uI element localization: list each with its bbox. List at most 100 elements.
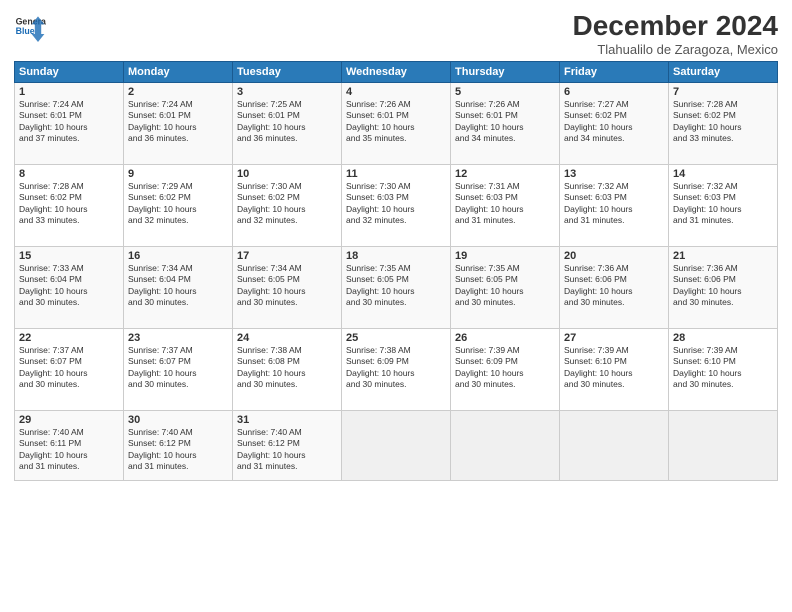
day-info: Sunrise: 7:29 AM Sunset: 6:02 PM Dayligh… bbox=[128, 181, 228, 227]
svg-text:Blue: Blue bbox=[16, 26, 35, 36]
table-row: 16Sunrise: 7:34 AM Sunset: 6:04 PM Dayli… bbox=[124, 247, 233, 329]
day-number: 27 bbox=[564, 332, 664, 344]
col-monday: Monday bbox=[124, 62, 233, 83]
day-number: 15 bbox=[19, 250, 119, 262]
table-row: 22Sunrise: 7:37 AM Sunset: 6:07 PM Dayli… bbox=[15, 329, 124, 411]
day-info: Sunrise: 7:31 AM Sunset: 6:03 PM Dayligh… bbox=[455, 181, 555, 227]
page-container: General Blue December 2024 Tlahualilo de… bbox=[0, 0, 792, 487]
table-row: 5Sunrise: 7:26 AM Sunset: 6:01 PM Daylig… bbox=[451, 83, 560, 165]
table-row: 17Sunrise: 7:34 AM Sunset: 6:05 PM Dayli… bbox=[233, 247, 342, 329]
day-info: Sunrise: 7:35 AM Sunset: 6:05 PM Dayligh… bbox=[455, 263, 555, 309]
day-number: 24 bbox=[237, 332, 337, 344]
day-info: Sunrise: 7:39 AM Sunset: 6:09 PM Dayligh… bbox=[455, 345, 555, 391]
day-number: 31 bbox=[237, 414, 337, 426]
table-row: 28Sunrise: 7:39 AM Sunset: 6:10 PM Dayli… bbox=[669, 329, 778, 411]
day-number: 3 bbox=[237, 86, 337, 98]
day-info: Sunrise: 7:32 AM Sunset: 6:03 PM Dayligh… bbox=[673, 181, 773, 227]
day-info: Sunrise: 7:27 AM Sunset: 6:02 PM Dayligh… bbox=[564, 99, 664, 145]
day-number: 23 bbox=[128, 332, 228, 344]
day-info: Sunrise: 7:26 AM Sunset: 6:01 PM Dayligh… bbox=[455, 99, 555, 145]
day-info: Sunrise: 7:40 AM Sunset: 6:12 PM Dayligh… bbox=[237, 427, 337, 473]
day-info: Sunrise: 7:24 AM Sunset: 6:01 PM Dayligh… bbox=[128, 99, 228, 145]
table-row: 29Sunrise: 7:40 AM Sunset: 6:11 PM Dayli… bbox=[15, 411, 124, 481]
day-number: 10 bbox=[237, 168, 337, 180]
day-info: Sunrise: 7:32 AM Sunset: 6:03 PM Dayligh… bbox=[564, 181, 664, 227]
table-row: 31Sunrise: 7:40 AM Sunset: 6:12 PM Dayli… bbox=[233, 411, 342, 481]
col-tuesday: Tuesday bbox=[233, 62, 342, 83]
day-info: Sunrise: 7:37 AM Sunset: 6:07 PM Dayligh… bbox=[128, 345, 228, 391]
table-row: 7Sunrise: 7:28 AM Sunset: 6:02 PM Daylig… bbox=[669, 83, 778, 165]
table-row: 20Sunrise: 7:36 AM Sunset: 6:06 PM Dayli… bbox=[560, 247, 669, 329]
month-title: December 2024 bbox=[573, 10, 778, 42]
day-number: 4 bbox=[346, 86, 446, 98]
table-row: 2Sunrise: 7:24 AM Sunset: 6:01 PM Daylig… bbox=[124, 83, 233, 165]
table-row: 13Sunrise: 7:32 AM Sunset: 6:03 PM Dayli… bbox=[560, 165, 669, 247]
day-info: Sunrise: 7:25 AM Sunset: 6:01 PM Dayligh… bbox=[237, 99, 337, 145]
day-info: Sunrise: 7:24 AM Sunset: 6:01 PM Dayligh… bbox=[19, 99, 119, 145]
day-number: 2 bbox=[128, 86, 228, 98]
table-row: 9Sunrise: 7:29 AM Sunset: 6:02 PM Daylig… bbox=[124, 165, 233, 247]
day-number: 17 bbox=[237, 250, 337, 262]
day-number: 14 bbox=[673, 168, 773, 180]
day-info: Sunrise: 7:28 AM Sunset: 6:02 PM Dayligh… bbox=[19, 181, 119, 227]
day-number: 20 bbox=[564, 250, 664, 262]
day-info: Sunrise: 7:26 AM Sunset: 6:01 PM Dayligh… bbox=[346, 99, 446, 145]
table-row: 27Sunrise: 7:39 AM Sunset: 6:10 PM Dayli… bbox=[560, 329, 669, 411]
table-row: 1Sunrise: 7:24 AM Sunset: 6:01 PM Daylig… bbox=[15, 83, 124, 165]
col-saturday: Saturday bbox=[669, 62, 778, 83]
day-info: Sunrise: 7:30 AM Sunset: 6:02 PM Dayligh… bbox=[237, 181, 337, 227]
calendar-week-row: 15Sunrise: 7:33 AM Sunset: 6:04 PM Dayli… bbox=[15, 247, 778, 329]
day-number: 12 bbox=[455, 168, 555, 180]
day-number: 16 bbox=[128, 250, 228, 262]
table-row: 6Sunrise: 7:27 AM Sunset: 6:02 PM Daylig… bbox=[560, 83, 669, 165]
day-info: Sunrise: 7:34 AM Sunset: 6:04 PM Dayligh… bbox=[128, 263, 228, 309]
calendar-week-row: 1Sunrise: 7:24 AM Sunset: 6:01 PM Daylig… bbox=[15, 83, 778, 165]
table-row: 15Sunrise: 7:33 AM Sunset: 6:04 PM Dayli… bbox=[15, 247, 124, 329]
day-number: 21 bbox=[673, 250, 773, 262]
day-number: 11 bbox=[346, 168, 446, 180]
day-number: 7 bbox=[673, 86, 773, 98]
col-thursday: Thursday bbox=[451, 62, 560, 83]
day-info: Sunrise: 7:30 AM Sunset: 6:03 PM Dayligh… bbox=[346, 181, 446, 227]
day-number: 9 bbox=[128, 168, 228, 180]
day-info: Sunrise: 7:35 AM Sunset: 6:05 PM Dayligh… bbox=[346, 263, 446, 309]
table-row: 8Sunrise: 7:28 AM Sunset: 6:02 PM Daylig… bbox=[15, 165, 124, 247]
col-friday: Friday bbox=[560, 62, 669, 83]
day-info: Sunrise: 7:36 AM Sunset: 6:06 PM Dayligh… bbox=[564, 263, 664, 309]
logo: General Blue bbox=[14, 10, 46, 42]
table-row bbox=[342, 411, 451, 481]
calendar-week-row: 8Sunrise: 7:28 AM Sunset: 6:02 PM Daylig… bbox=[15, 165, 778, 247]
day-number: 28 bbox=[673, 332, 773, 344]
table-row: 23Sunrise: 7:37 AM Sunset: 6:07 PM Dayli… bbox=[124, 329, 233, 411]
day-number: 29 bbox=[19, 414, 119, 426]
table-row: 21Sunrise: 7:36 AM Sunset: 6:06 PM Dayli… bbox=[669, 247, 778, 329]
header: General Blue December 2024 Tlahualilo de… bbox=[14, 10, 778, 57]
calendar-week-row: 22Sunrise: 7:37 AM Sunset: 6:07 PM Dayli… bbox=[15, 329, 778, 411]
day-number: 26 bbox=[455, 332, 555, 344]
day-info: Sunrise: 7:36 AM Sunset: 6:06 PM Dayligh… bbox=[673, 263, 773, 309]
day-number: 8 bbox=[19, 168, 119, 180]
title-area: December 2024 Tlahualilo de Zaragoza, Me… bbox=[573, 10, 778, 57]
table-row: 19Sunrise: 7:35 AM Sunset: 6:05 PM Dayli… bbox=[451, 247, 560, 329]
table-row: 3Sunrise: 7:25 AM Sunset: 6:01 PM Daylig… bbox=[233, 83, 342, 165]
table-row: 25Sunrise: 7:38 AM Sunset: 6:09 PM Dayli… bbox=[342, 329, 451, 411]
day-info: Sunrise: 7:40 AM Sunset: 6:11 PM Dayligh… bbox=[19, 427, 119, 473]
day-info: Sunrise: 7:33 AM Sunset: 6:04 PM Dayligh… bbox=[19, 263, 119, 309]
day-info: Sunrise: 7:39 AM Sunset: 6:10 PM Dayligh… bbox=[564, 345, 664, 391]
day-number: 25 bbox=[346, 332, 446, 344]
table-row: 10Sunrise: 7:30 AM Sunset: 6:02 PM Dayli… bbox=[233, 165, 342, 247]
col-sunday: Sunday bbox=[15, 62, 124, 83]
table-row bbox=[451, 411, 560, 481]
general-blue-logo-icon: General Blue bbox=[14, 10, 46, 42]
day-info: Sunrise: 7:38 AM Sunset: 6:08 PM Dayligh… bbox=[237, 345, 337, 391]
location-subtitle: Tlahualilo de Zaragoza, Mexico bbox=[573, 42, 778, 57]
table-row: 11Sunrise: 7:30 AM Sunset: 6:03 PM Dayli… bbox=[342, 165, 451, 247]
day-number: 6 bbox=[564, 86, 664, 98]
day-info: Sunrise: 7:40 AM Sunset: 6:12 PM Dayligh… bbox=[128, 427, 228, 473]
header-row: Sunday Monday Tuesday Wednesday Thursday… bbox=[15, 62, 778, 83]
table-row: 26Sunrise: 7:39 AM Sunset: 6:09 PM Dayli… bbox=[451, 329, 560, 411]
day-number: 13 bbox=[564, 168, 664, 180]
table-row: 24Sunrise: 7:38 AM Sunset: 6:08 PM Dayli… bbox=[233, 329, 342, 411]
day-info: Sunrise: 7:38 AM Sunset: 6:09 PM Dayligh… bbox=[346, 345, 446, 391]
table-row bbox=[669, 411, 778, 481]
